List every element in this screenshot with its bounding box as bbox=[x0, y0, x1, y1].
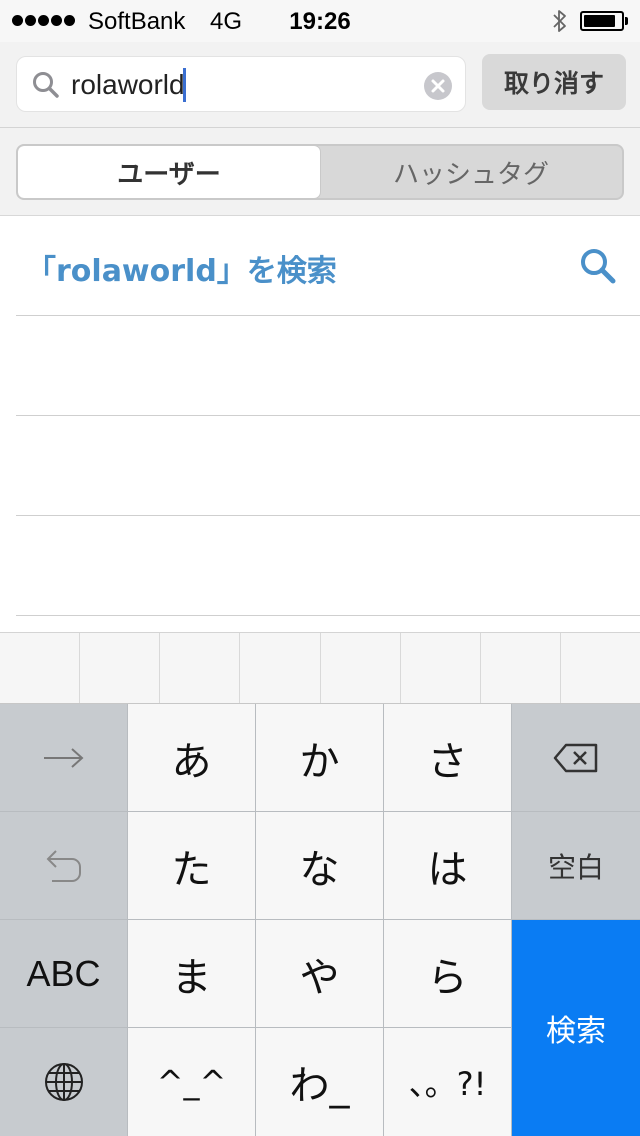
battery-icon bbox=[580, 11, 624, 31]
search-icon bbox=[581, 249, 616, 284]
key-ka[interactable]: か bbox=[256, 704, 384, 812]
key-punctuation[interactable]: 、。?! bbox=[384, 1028, 512, 1136]
japanese-keyboard: あ か さ た な は 空白 ABC ま や ら ^_^ わ_ 、。?! 検索 bbox=[0, 704, 640, 1136]
search-type-segmented-control: ユーザー ハッシュタグ bbox=[16, 144, 624, 200]
tab-users[interactable]: ユーザー bbox=[18, 146, 320, 198]
candidate-cell[interactable] bbox=[321, 633, 401, 703]
search-icon bbox=[33, 72, 59, 98]
search-input[interactable]: rolaworld bbox=[16, 56, 466, 112]
keyboard-candidate-bar bbox=[0, 632, 640, 704]
key-wa[interactable]: わ_ bbox=[256, 1028, 384, 1136]
list-divider bbox=[16, 615, 640, 616]
candidate-cell[interactable] bbox=[561, 633, 640, 703]
segment-area: ユーザー ハッシュタグ bbox=[0, 128, 640, 216]
abc-key[interactable]: ABC bbox=[0, 920, 128, 1028]
arrow-right-icon bbox=[43, 747, 83, 768]
next-candidate-key[interactable] bbox=[0, 704, 128, 812]
key-a[interactable]: あ bbox=[128, 704, 256, 812]
search-suggestion-row[interactable]: 「rolaworld」を検索 bbox=[0, 216, 640, 316]
space-key[interactable]: 空白 bbox=[512, 812, 640, 920]
bluetooth-icon bbox=[553, 10, 566, 32]
battery-tip bbox=[625, 17, 628, 25]
list-divider bbox=[16, 515, 640, 516]
candidate-cell[interactable] bbox=[80, 633, 161, 703]
backspace-icon bbox=[553, 743, 598, 772]
undo-key[interactable] bbox=[0, 812, 128, 920]
text-cursor bbox=[182, 68, 186, 102]
search-query-value: rolaworld bbox=[71, 69, 185, 100]
undo-icon bbox=[46, 849, 81, 882]
clock: 19:26 bbox=[289, 8, 351, 35]
search-key[interactable]: 検索 bbox=[512, 920, 640, 1136]
candidate-cell[interactable] bbox=[481, 633, 561, 703]
candidate-cell[interactable] bbox=[160, 633, 241, 703]
key-na[interactable]: な bbox=[256, 812, 384, 920]
search-bar-area: rolaworld 取り消す bbox=[0, 42, 640, 128]
key-ha[interactable]: は bbox=[384, 812, 512, 920]
key-emoticon[interactable]: ^_^ bbox=[128, 1028, 256, 1136]
key-ya[interactable]: や bbox=[256, 920, 384, 1028]
search-suggestion-text: 「rolaworld」を検索 bbox=[26, 254, 337, 289]
list-divider bbox=[16, 415, 640, 416]
candidate-cell[interactable] bbox=[401, 633, 481, 703]
candidate-cell[interactable] bbox=[0, 633, 81, 703]
backspace-key[interactable] bbox=[512, 704, 640, 812]
key-ma[interactable]: ま bbox=[128, 920, 256, 1028]
tab-hashtags[interactable]: ハッシュタグ bbox=[320, 146, 622, 198]
globe-key[interactable] bbox=[0, 1028, 128, 1136]
cancel-button[interactable]: 取り消す bbox=[482, 54, 626, 110]
status-bar: SoftBank 4G 19:26 bbox=[0, 0, 640, 42]
key-ta[interactable]: た bbox=[128, 812, 256, 920]
candidate-cell[interactable] bbox=[240, 633, 321, 703]
key-ra[interactable]: ら bbox=[384, 920, 512, 1028]
list-divider bbox=[16, 315, 640, 316]
globe-icon bbox=[44, 1063, 83, 1101]
clear-icon[interactable] bbox=[423, 71, 453, 101]
key-sa[interactable]: さ bbox=[384, 704, 512, 812]
search-query-text: rolaworld bbox=[71, 68, 186, 102]
